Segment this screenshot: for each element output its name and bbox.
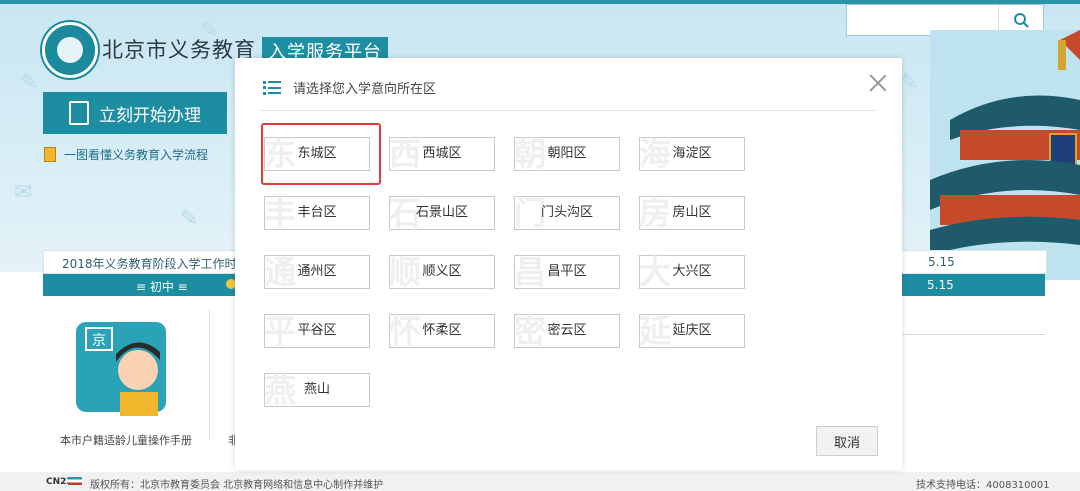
search-icon: [1014, 13, 1029, 28]
footer: CN22 版权所有：北京市教育委员会 北京教育网络和信息中心制作并维护 技术支持…: [0, 472, 1080, 491]
district-button[interactable]: 房房山区: [639, 195, 745, 231]
site-logo[interactable]: [42, 22, 98, 78]
district-button[interactable]: 怀怀柔区: [389, 313, 495, 349]
child-avatar[interactable]: 京: [76, 322, 166, 422]
district-label: 西城区: [422, 146, 462, 161]
manual-label[interactable]: 本市户籍适龄儿童操作手册: [60, 432, 192, 448]
start-button-label: 立刻开始办理: [99, 105, 201, 126]
selection-highlight: [261, 123, 381, 185]
district-label: 密云区: [547, 323, 587, 338]
district-label: 门头沟区: [540, 205, 593, 220]
notice-date: 5.15: [928, 255, 955, 269]
district-button[interactable]: 朝朝阳区: [514, 136, 620, 172]
district-label: 大兴区: [672, 264, 712, 279]
list-icon: [263, 80, 281, 95]
decor-icon: ✉: [14, 180, 33, 205]
district-label: 燕山: [303, 382, 330, 397]
notice-text: 2018年义务教育阶段入学工作时间: [62, 257, 249, 271]
district-button[interactable]: 西西城区: [389, 136, 495, 172]
decor-icon: ✎: [180, 206, 199, 231]
modal-title: 请选择您入学意向所在区: [293, 82, 437, 97]
district-label: 顺义区: [422, 264, 462, 279]
district-label: 通州区: [297, 264, 337, 279]
flow-link[interactable]: 一图看懂义务教育入学流程: [44, 146, 208, 163]
start-button[interactable]: 立刻开始办理: [43, 92, 227, 134]
district-button[interactable]: 石石景山区: [389, 195, 495, 231]
district-label: 海淀区: [672, 146, 712, 161]
district-button[interactable]: 昌昌平区: [514, 254, 620, 290]
temple-illustration: [930, 30, 1080, 280]
district-label: 朝阳区: [547, 146, 587, 161]
site-title: 北京市义务教育: [102, 38, 256, 62]
district-label: 房山区: [672, 205, 712, 220]
district-label: 昌平区: [547, 264, 587, 279]
svg-text:京: 京: [92, 333, 106, 349]
district-button[interactable]: 海海淀区: [639, 136, 745, 172]
flow-link-label: 一图看懂义务教育入学流程: [64, 148, 209, 162]
district-label: 平谷区: [297, 323, 337, 338]
district-modal: 请选择您入学意向所在区 东东城区西西城区朝朝阳区海海淀区丰丰台区石石景山区门门头…: [235, 58, 902, 470]
cancel-button[interactable]: 取消: [816, 426, 878, 456]
district-button[interactable]: 门门头沟区: [514, 195, 620, 231]
district-button[interactable]: 平平谷区: [264, 313, 370, 349]
district-label: 怀柔区: [422, 323, 462, 338]
decor-icon: ✎: [20, 70, 39, 95]
footer-support: 技术支持电话：4008310001: [916, 480, 1050, 491]
book-icon: [44, 147, 56, 162]
district-button[interactable]: 大大兴区: [639, 254, 745, 290]
flag-icon: [68, 477, 82, 485]
district-button[interactable]: 密密云区: [514, 313, 620, 349]
divider: [900, 334, 1045, 335]
close-icon[interactable]: [867, 72, 889, 94]
document-icon: [69, 101, 89, 125]
tab-date: 5.15: [927, 278, 954, 292]
tab-junior-high[interactable]: ≡ 初中 ≡: [136, 278, 188, 295]
district-label: 延庆区: [672, 323, 712, 338]
district-button[interactable]: 通通州区: [264, 254, 370, 290]
district-label: 丰台区: [297, 205, 337, 220]
modal-header: 请选择您入学意向所在区: [263, 78, 436, 97]
district-button[interactable]: 燕燕山: [264, 372, 370, 408]
district-button[interactable]: 延延庆区: [639, 313, 745, 349]
decor-icon: ✎: [900, 70, 919, 95]
district-button[interactable]: 丰丰台区: [264, 195, 370, 231]
footer-copyright: 版权所有：北京市教育委员会 北京教育网络和信息中心制作并维护: [90, 480, 384, 491]
divider: [259, 110, 877, 111]
district-button[interactable]: 顺顺义区: [389, 254, 495, 290]
district-label: 石景山区: [415, 205, 468, 220]
divider: [209, 310, 210, 440]
